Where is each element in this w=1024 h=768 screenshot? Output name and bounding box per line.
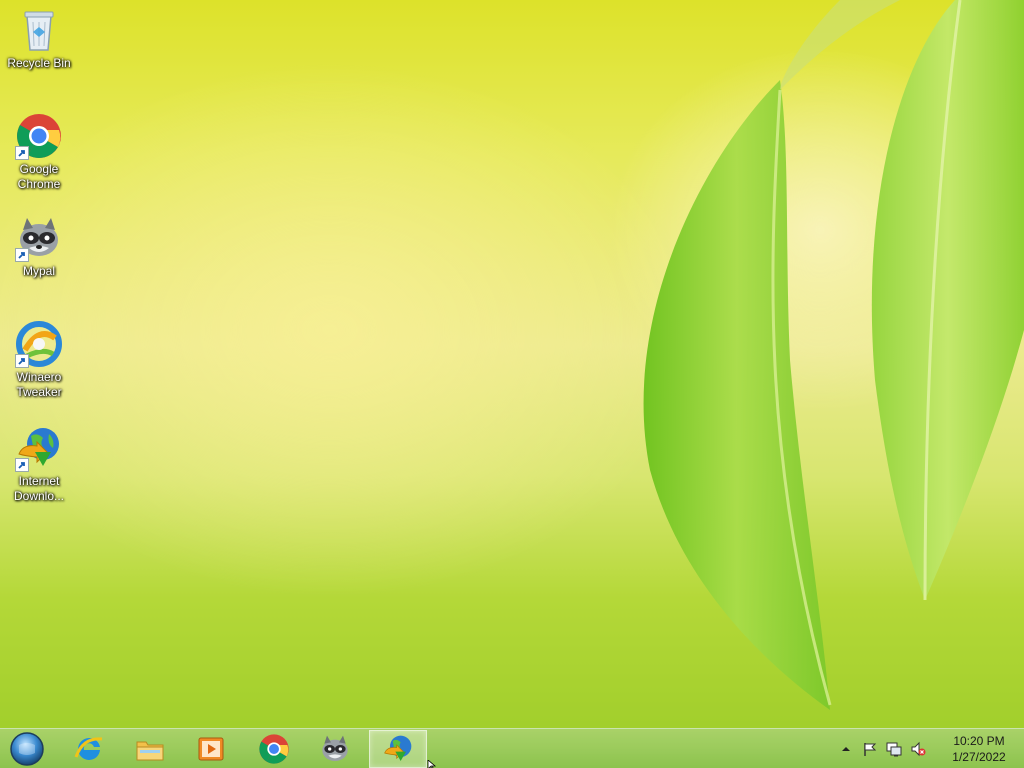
media-player-icon bbox=[198, 737, 224, 761]
shortcut-arrow-icon bbox=[15, 248, 29, 262]
shortcut-arrow-icon bbox=[15, 458, 29, 472]
desktop-icon-winaero-tweaker[interactable]: Winaero Tweaker bbox=[4, 320, 74, 400]
desktop[interactable]: Recycle Bin Google Chrome Mypal Winaero … bbox=[0, 0, 1024, 728]
internet-download-manager-icon bbox=[15, 424, 63, 472]
recycle-bin-icon bbox=[15, 6, 63, 54]
taskbar: 10:20 PM 1/27/2022 bbox=[0, 728, 1024, 768]
taskbar-mypal[interactable] bbox=[306, 730, 364, 768]
volume-muted-icon[interactable] bbox=[907, 738, 929, 760]
shortcut-arrow-icon bbox=[15, 354, 29, 368]
taskbar-internet-download-manager[interactable] bbox=[369, 730, 427, 768]
taskbar-media-player[interactable] bbox=[182, 730, 240, 768]
start-orb-icon bbox=[10, 732, 44, 766]
desktop-icon-label: Google Chrome bbox=[17, 162, 61, 191]
taskbar-file-explorer[interactable] bbox=[121, 730, 179, 768]
desktop-icon-recycle-bin[interactable]: Recycle Bin bbox=[4, 6, 74, 71]
mypal-raccoon-icon bbox=[15, 214, 63, 262]
taskbar-google-chrome[interactable] bbox=[245, 730, 303, 768]
show-hidden-icons-chevron-icon[interactable] bbox=[835, 738, 857, 760]
clock-time: 10:20 PM bbox=[953, 734, 1005, 748]
desktop-icon-label: Winaero Tweaker bbox=[16, 370, 62, 399]
system-tray: 10:20 PM 1/27/2022 bbox=[834, 729, 1024, 768]
mypal-raccoon-icon bbox=[322, 735, 348, 761]
chrome-icon bbox=[259, 734, 289, 764]
taskbar-internet-explorer[interactable] bbox=[60, 730, 118, 768]
desktop-icon-mypal[interactable]: Mypal bbox=[4, 214, 74, 279]
desktop-icon-label: Internet Downlo... bbox=[13, 474, 65, 503]
action-center-flag-icon[interactable] bbox=[859, 738, 881, 760]
chrome-icon bbox=[15, 112, 63, 160]
desktop-icon-google-chrome[interactable]: Google Chrome bbox=[4, 112, 74, 192]
file-explorer-icon bbox=[136, 741, 164, 761]
wallpaper-leaves bbox=[643, 0, 1024, 710]
internet-explorer-icon bbox=[74, 737, 103, 760]
start-button[interactable] bbox=[6, 731, 48, 767]
taskbar-clock[interactable]: 10:20 PM 1/27/2022 bbox=[938, 733, 1020, 765]
shortcut-arrow-icon bbox=[15, 146, 29, 160]
internet-download-manager-icon bbox=[384, 735, 412, 761]
desktop-icon-label: Recycle Bin bbox=[7, 56, 71, 70]
network-icon[interactable] bbox=[883, 738, 905, 760]
clock-date: 1/27/2022 bbox=[952, 750, 1006, 764]
winaero-tweaker-icon bbox=[15, 320, 63, 368]
desktop-icon-internet-download-manager[interactable]: Internet Downlo... bbox=[4, 424, 74, 504]
desktop-icon-label: Mypal bbox=[22, 264, 55, 278]
mouse-cursor-icon bbox=[427, 760, 437, 768]
